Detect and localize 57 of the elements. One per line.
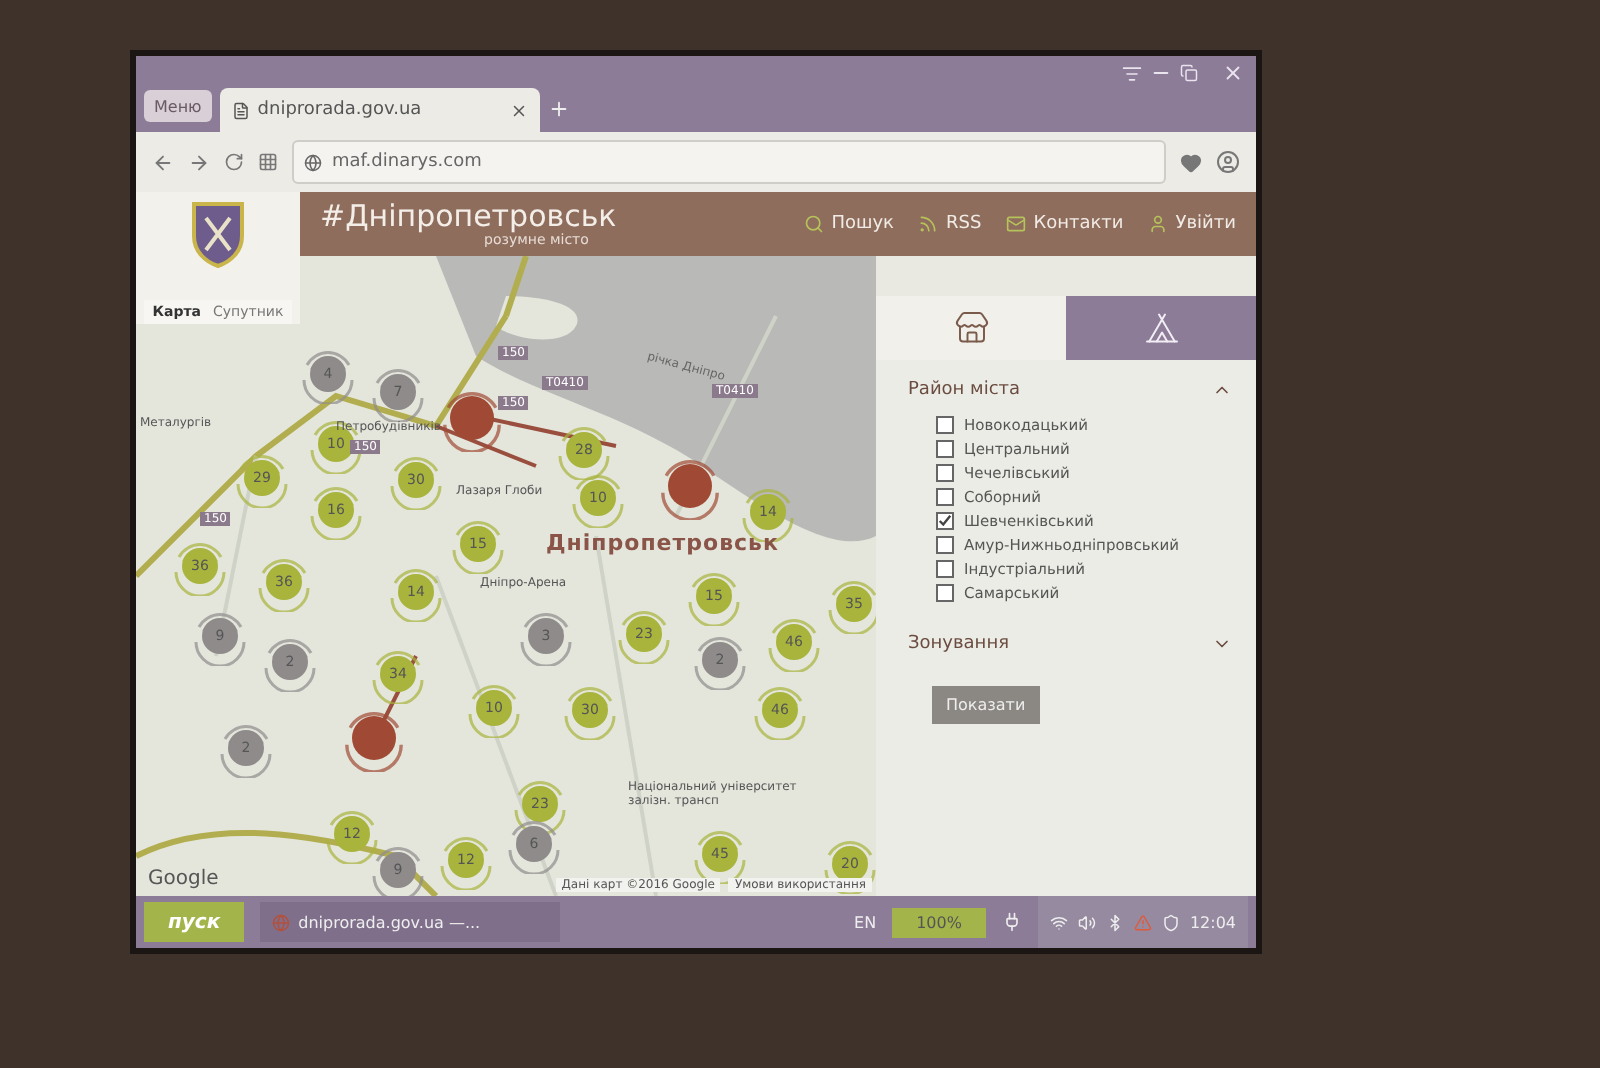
- filter-icon[interactable]: [1122, 63, 1142, 83]
- menu-button[interactable]: Меню: [144, 90, 212, 122]
- globe-icon: [304, 153, 322, 171]
- page-icon: [231, 101, 250, 119]
- search-icon: [803, 214, 824, 234]
- reload-icon[interactable]: [224, 152, 244, 172]
- panel-tab[interactable]: [876, 296, 1066, 360]
- volume-icon[interactable]: [1077, 913, 1096, 931]
- grid-icon[interactable]: [258, 152, 278, 172]
- close-icon[interactable]: [1222, 62, 1244, 84]
- network-icon[interactable]: [1049, 913, 1068, 931]
- checkbox[interactable]: [936, 560, 954, 578]
- forward-icon[interactable]: [188, 151, 210, 173]
- panel-tab[interactable]: [1066, 296, 1256, 360]
- checkbox[interactable]: [936, 416, 954, 434]
- checkbox[interactable]: [936, 512, 954, 530]
- close-icon[interactable]: [509, 101, 528, 119]
- nav-link[interactable]: RSS: [918, 214, 982, 234]
- clock: 12:04: [1189, 913, 1236, 931]
- checkbox[interactable]: [936, 440, 954, 458]
- map-logo: Google: [148, 868, 219, 890]
- browser-icon: [272, 913, 291, 931]
- tent-icon: [1143, 310, 1179, 346]
- shop-icon: [953, 310, 989, 346]
- nav-link[interactable]: Пошук: [803, 214, 894, 234]
- mail-icon: [1005, 214, 1026, 234]
- back-icon[interactable]: [152, 151, 174, 173]
- checkbox[interactable]: [936, 536, 954, 554]
- language-indicator[interactable]: EN: [854, 913, 877, 931]
- shield-icon[interactable]: [1161, 913, 1180, 931]
- user-icon: [1147, 214, 1168, 234]
- nav-link[interactable]: Контакти: [1005, 214, 1124, 234]
- show-button[interactable]: Показати: [932, 686, 1040, 724]
- heart-icon[interactable]: [1180, 151, 1202, 173]
- nav-link[interactable]: Увійти: [1147, 214, 1236, 234]
- section-title: Зонування: [908, 634, 1009, 654]
- checkbox[interactable]: [936, 584, 954, 602]
- checkbox[interactable]: [936, 464, 954, 482]
- section-title: Район міста: [908, 380, 1021, 400]
- section-header[interactable]: Район міста: [908, 380, 1232, 400]
- checkbox[interactable]: [936, 488, 954, 506]
- rss-icon: [918, 214, 938, 234]
- start-button[interactable]: пуск: [144, 902, 245, 942]
- plug-icon: [1001, 912, 1022, 932]
- site-title: #Дніпропетровськ: [320, 200, 619, 232]
- taskbar-item[interactable]: dniprorada.gov.ua —...: [260, 902, 561, 942]
- bluetooth-icon[interactable]: [1105, 913, 1124, 931]
- new-tab-icon[interactable]: [547, 98, 570, 120]
- map-label: Дніпропетровськ: [546, 530, 779, 557]
- coat-of-arms-logo: [188, 198, 248, 270]
- user-icon[interactable]: [1216, 150, 1240, 174]
- section-header[interactable]: Зонування: [908, 634, 1232, 654]
- battery-indicator: 100%: [892, 907, 986, 937]
- restore-icon[interactable]: [1180, 64, 1198, 82]
- browser-tab[interactable]: dniprorada.gov.ua: [219, 88, 540, 132]
- task-title: dniprorada.gov.ua —...: [298, 913, 481, 931]
- address-field[interactable]: maf.dinarys.com: [292, 140, 1166, 184]
